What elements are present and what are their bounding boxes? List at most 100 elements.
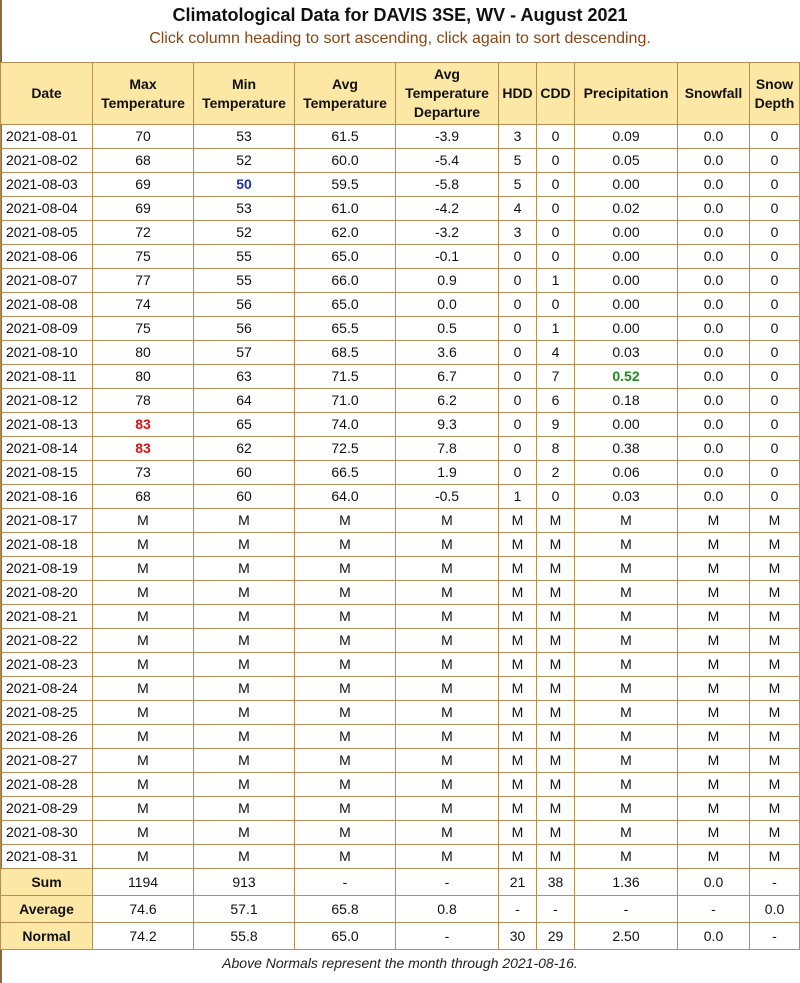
col-snow-depth-header[interactable]: Snow Depth <box>749 62 800 125</box>
avg-temperature-cell: M <box>294 580 396 605</box>
table-row: 2021-08-31 M M M M M M M M M <box>0 844 800 869</box>
min-temperature-cell: M <box>193 580 295 605</box>
snowfall-cell: M <box>677 676 750 701</box>
avg-temperature-cell: M <box>294 676 396 701</box>
min-temperature-cell: M <box>193 772 295 797</box>
date-cell: 2021-08-18 <box>0 532 93 557</box>
snowfall-cell: 0.0 <box>677 316 750 341</box>
cdd-cell: M <box>536 796 575 821</box>
date-cell: 2021-08-07 <box>0 268 93 293</box>
table-row: 2021-08-09 75 56 65.5 0.5 0 1 0.00 0.0 0 <box>0 316 800 341</box>
snow-depth-cell: 0 <box>749 172 800 197</box>
avg-temperature-cell: M <box>294 556 396 581</box>
summary-cell: - <box>395 868 499 896</box>
summary-cell: - <box>677 895 750 923</box>
cdd-cell: M <box>536 628 575 653</box>
max-temperature-cell: 69 <box>92 196 194 221</box>
snow-depth-cell: 0 <box>749 196 800 221</box>
min-temperature-cell: M <box>193 700 295 725</box>
avg-temperature-departure-cell: 9.3 <box>395 412 499 437</box>
snowfall-cell: 0.0 <box>677 292 750 317</box>
col-max-temperature-header[interactable]: Max Temperature <box>92 62 194 125</box>
hdd-cell: 0 <box>498 268 537 293</box>
snow-depth-cell: M <box>749 604 800 629</box>
avg-temperature-cell: 68.5 <box>294 340 396 365</box>
col-avg-temperature-departure-header[interactable]: Avg Temperature Departure <box>395 62 499 125</box>
table-body: 2021-08-01 70 53 61.5 -3.9 3 0 0.09 0.0 0 2021-08-… <box>0 124 800 950</box>
cdd-cell: M <box>536 676 575 701</box>
min-temperature-cell: M <box>193 748 295 773</box>
min-temperature-cell: M <box>193 676 295 701</box>
summary-cell: 1194 <box>92 868 194 896</box>
snowfall-cell: M <box>677 556 750 581</box>
avg-temperature-cell: 71.5 <box>294 364 396 389</box>
date-cell: 2021-08-24 <box>0 676 93 701</box>
min-temperature-cell: M <box>193 796 295 821</box>
cdd-cell: 6 <box>536 388 575 413</box>
min-temperature-cell: M <box>193 724 295 749</box>
snowfall-cell: M <box>677 508 750 533</box>
avg-temperature-cell: 66.0 <box>294 268 396 293</box>
col-snowfall-header[interactable]: Snowfall <box>677 62 750 125</box>
avg-temperature-departure-cell: 3.6 <box>395 340 499 365</box>
avg-temperature-departure-cell: M <box>395 772 499 797</box>
hdd-cell: 0 <box>498 340 537 365</box>
col-cdd-header[interactable]: CDD <box>536 62 575 125</box>
avg-temperature-departure-cell: M <box>395 628 499 653</box>
max-temperature-cell: M <box>92 652 194 677</box>
min-temperature-cell: M <box>193 820 295 845</box>
precipitation-cell: M <box>574 700 678 725</box>
col-avg-temperature-header[interactable]: Avg Temperature <box>294 62 396 125</box>
summary-row-normal: Normal 74.2 55.8 65.0-30 29 2.50 0.0- <box>0 922 800 950</box>
max-temperature-cell: M <box>92 772 194 797</box>
cdd-cell: 0 <box>536 124 575 149</box>
table-row: 2021-08-08 74 56 65.0 0.0 0 0 0.00 0.0 0 <box>0 292 800 317</box>
max-temperature-cell: M <box>92 508 194 533</box>
precipitation-cell: 0.00 <box>574 172 678 197</box>
max-temperature-cell: M <box>92 676 194 701</box>
avg-temperature-departure-cell: -3.9 <box>395 124 499 149</box>
col-min-temperature-header[interactable]: Min Temperature <box>193 62 295 125</box>
date-cell: 2021-08-05 <box>0 220 93 245</box>
max-temperature-cell: 80 <box>92 364 194 389</box>
snowfall-cell: 0.0 <box>677 436 750 461</box>
date-cell: 2021-08-09 <box>0 316 93 341</box>
table-row: 2021-08-30 M M M M M M M M M <box>0 820 800 845</box>
min-temperature-cell: 56 <box>193 292 295 317</box>
hdd-cell: M <box>498 700 537 725</box>
snowfall-cell: M <box>677 604 750 629</box>
cdd-cell: 0 <box>536 196 575 221</box>
cdd-cell: M <box>536 772 575 797</box>
summary-cell: 74.2 <box>92 922 194 950</box>
avg-temperature-cell: 65.0 <box>294 244 396 269</box>
snowfall-cell: 0.0 <box>677 220 750 245</box>
table-row: 2021-08-24 M M M M M M M M M <box>0 676 800 701</box>
col-hdd-header[interactable]: HDD <box>498 62 537 125</box>
col-date-header[interactable]: Date <box>0 62 93 125</box>
cdd-cell: M <box>536 556 575 581</box>
precipitation-cell: M <box>574 844 678 869</box>
min-temperature-cell: 63 <box>193 364 295 389</box>
col-precipitation-header[interactable]: Precipitation <box>574 62 678 125</box>
hdd-cell: M <box>498 772 537 797</box>
summary-cell: 2.50 <box>574 922 678 950</box>
table-row: 2021-08-10 80 57 68.5 3.6 0 4 0.03 0.0 0 <box>0 340 800 365</box>
cdd-cell: 0 <box>536 244 575 269</box>
summary-cell: 0.8 <box>395 895 499 923</box>
page-title: Climatological Data for DAVIS 3SE, WV - … <box>172 5 628 25</box>
summary-cell: 913 <box>193 868 295 896</box>
cdd-cell: 0 <box>536 220 575 245</box>
precipitation-cell: 0.03 <box>574 340 678 365</box>
hdd-cell: 4 <box>498 196 537 221</box>
snow-depth-cell: 0 <box>749 148 800 173</box>
date-cell: 2021-08-16 <box>0 484 93 509</box>
summary-cell: 29 <box>536 922 575 950</box>
cdd-cell: M <box>536 724 575 749</box>
cdd-cell: 1 <box>536 316 575 341</box>
snow-depth-cell: 0 <box>749 388 800 413</box>
table-row: 2021-08-14 83 62 72.5 7.8 0 8 0.38 0.0 0 <box>0 436 800 461</box>
table-row: 2021-08-25 M M M M M M M M M <box>0 700 800 725</box>
snow-depth-cell: 0 <box>749 268 800 293</box>
max-temperature-cell: 80 <box>92 340 194 365</box>
snowfall-cell: M <box>677 820 750 845</box>
